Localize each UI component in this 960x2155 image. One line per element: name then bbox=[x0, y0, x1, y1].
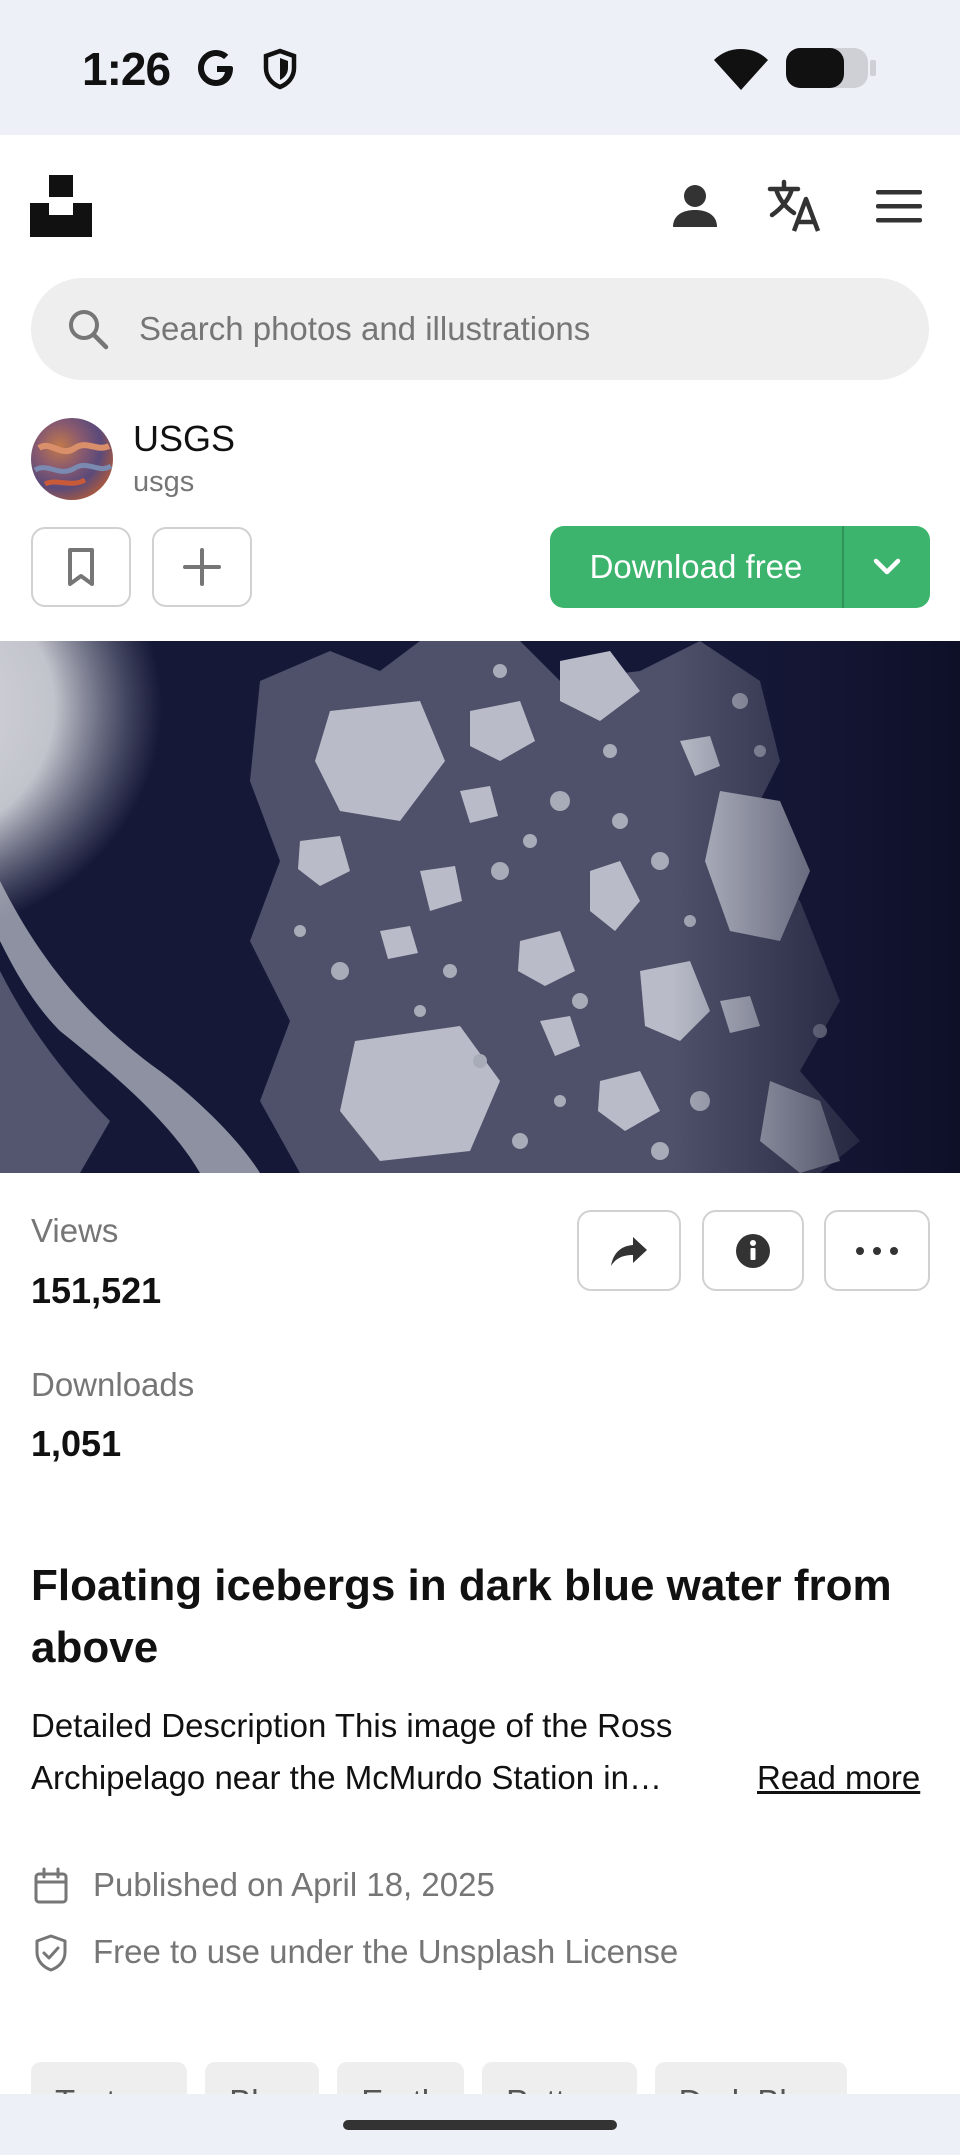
shield-check-icon bbox=[35, 1934, 67, 1972]
published-row: Published on April 18, 2025 bbox=[31, 1860, 931, 1910]
read-more-link[interactable]: Read more bbox=[757, 1752, 920, 1804]
home-handle[interactable] bbox=[343, 2120, 617, 2130]
bookmark-button[interactable] bbox=[31, 527, 131, 607]
views-value: 151,521 bbox=[31, 1270, 162, 1311]
chevron-down-icon bbox=[873, 558, 901, 575]
tag-list: Texture Blue Earth Pattern Dark Blue bbox=[31, 2062, 960, 2094]
tag-dark-blue[interactable]: Dark Blue bbox=[654, 2062, 848, 2094]
hamburger-menu-icon[interactable] bbox=[870, 177, 928, 235]
share-button[interactable] bbox=[577, 1210, 681, 1291]
search-bar[interactable] bbox=[31, 278, 929, 380]
more-icon bbox=[856, 1246, 898, 1255]
add-to-collection-button[interactable] bbox=[152, 527, 252, 607]
google-icon bbox=[198, 50, 233, 86]
downloads-value: 1,051 bbox=[31, 1423, 122, 1464]
description-line-2: Archipelago near the McMurdo Station in… bbox=[31, 1759, 662, 1796]
shield-icon bbox=[263, 48, 297, 90]
views-label: Views bbox=[31, 1212, 119, 1249]
license-row: Free to use under the Unsplash License bbox=[31, 1927, 931, 1977]
search-input[interactable] bbox=[139, 278, 899, 380]
bookmark-icon bbox=[68, 548, 94, 586]
share-icon bbox=[611, 1236, 647, 1266]
published-date: Published on April 18, 2025 bbox=[93, 1866, 495, 1903]
search-icon bbox=[69, 310, 109, 350]
author-name[interactable]: USGS bbox=[133, 418, 235, 460]
photo-title: Floating icebergs in dark blue water fro… bbox=[31, 1561, 892, 1672]
user-icon[interactable] bbox=[666, 177, 724, 235]
download-free-button[interactable]: Download free bbox=[550, 526, 930, 608]
unsplash-logo-icon[interactable] bbox=[30, 175, 92, 237]
iceberg-photo bbox=[0, 641, 960, 1173]
tag-texture[interactable]: Texture bbox=[31, 2062, 188, 2094]
author-handle[interactable]: usgs bbox=[133, 466, 194, 499]
more-options-button[interactable] bbox=[824, 1210, 930, 1291]
avatar[interactable] bbox=[31, 418, 113, 500]
battery-icon bbox=[786, 48, 876, 88]
photo-description: Detailed Description This image of the R… bbox=[31, 1700, 731, 1804]
avatar-image bbox=[33, 442, 113, 487]
description-line-1: Detailed Description This image of the R… bbox=[31, 1707, 673, 1744]
tag-pattern[interactable]: Pattern bbox=[482, 2062, 637, 2094]
tag-blue[interactable]: Blue bbox=[205, 2062, 320, 2094]
license-text[interactable]: Free to use under the Unsplash License bbox=[93, 1927, 678, 1977]
author-block[interactable]: USGS usgs bbox=[31, 418, 631, 502]
calendar-icon bbox=[34, 1867, 68, 1904]
photo[interactable] bbox=[0, 641, 960, 1173]
download-label[interactable]: Download free bbox=[550, 526, 842, 608]
status-time: 1:26 bbox=[82, 43, 171, 95]
site-header bbox=[0, 135, 960, 275]
plus-icon bbox=[183, 548, 221, 586]
status-bar: 1:26 bbox=[0, 0, 960, 135]
info-icon bbox=[736, 1233, 770, 1268]
download-options-button[interactable] bbox=[844, 526, 930, 608]
tag-earth[interactable]: Earth bbox=[337, 2062, 465, 2094]
info-button[interactable] bbox=[702, 1210, 804, 1291]
gesture-nav-bar bbox=[0, 2094, 960, 2155]
downloads-label: Downloads bbox=[31, 1366, 195, 1403]
wifi-icon bbox=[714, 49, 768, 90]
translate-icon[interactable] bbox=[766, 177, 824, 235]
